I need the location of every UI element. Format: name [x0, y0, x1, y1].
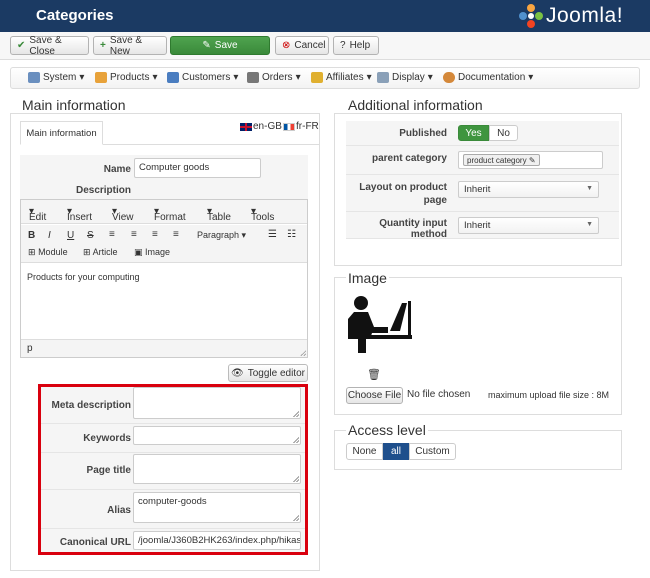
numbered-list-icon[interactable]: ☷ [287, 229, 296, 240]
tab-main-information[interactable]: Main information [20, 121, 103, 145]
plus-icon: + [100, 39, 106, 51]
name-input[interactable]: Computer goods [134, 158, 261, 178]
layout-select[interactable]: Inherit ▼ [458, 181, 599, 198]
chevron-down-icon: ▼ [586, 185, 593, 192]
save-button[interactable]: ✎ Save [170, 36, 270, 55]
lang-fr-fr[interactable]: fr-FR [283, 121, 319, 132]
align-left-icon[interactable]: ≡ [109, 229, 115, 240]
editor-menu-table[interactable]: Table ▾ [207, 206, 231, 223]
parent-category-label: parent category [371, 153, 447, 164]
resize-grip-icon[interactable] [300, 350, 306, 356]
access-none[interactable]: None [346, 443, 383, 460]
fr-flag-icon [283, 122, 295, 131]
cancel-icon: ⊗ [282, 39, 291, 51]
editor-content[interactable]: Products for your computing [27, 272, 140, 282]
category-image-icon [348, 296, 412, 353]
action-toolbar: ✔ Save & Close + Save & New ✎ Save ⊗ Can… [0, 32, 650, 60]
menu-documentation[interactable]: Documentation ▾ [443, 72, 533, 83]
menu-system[interactable]: System ▾ [28, 72, 84, 83]
format-select[interactable]: Paragraph ▾ [197, 230, 246, 241]
editor-menubar: Edit ▾ Insert ▾ View ▾ Format ▾ Table ▾ … [21, 200, 307, 224]
cart-icon [247, 72, 259, 83]
help-icon: ? [340, 39, 346, 51]
align-right-icon[interactable]: ≡ [152, 229, 158, 240]
editor-statusbar: p [21, 339, 307, 357]
menu-display[interactable]: Display ▾ [377, 72, 433, 83]
article-icon: ⊞ [83, 247, 91, 257]
bullet-list-icon[interactable]: ☰ [268, 229, 277, 240]
insert-module-button[interactable]: ⊞ Module [28, 247, 68, 258]
lang-en-gb[interactable]: en-GB [240, 121, 282, 132]
menu-customers[interactable]: Customers ▾ [167, 72, 238, 83]
insert-image-button[interactable]: ▣ Image [134, 247, 170, 258]
eye-icon: 👁 [231, 367, 244, 379]
additional-info-legend: Additional information [346, 97, 485, 113]
image-legend: Image [346, 270, 389, 286]
max-upload-size: maximum upload file size : 8M [488, 390, 610, 400]
save-close-button[interactable]: ✔ Save & Close [10, 35, 89, 57]
qty-method-label: Quantity input method [379, 218, 447, 240]
image-icon: ▣ [134, 247, 143, 257]
module-icon: ⊞ [28, 247, 36, 257]
access-all[interactable]: all [383, 443, 409, 460]
published-label: Published [399, 128, 447, 139]
no-file-text: No file chosen [407, 389, 471, 400]
insert-article-button[interactable]: ⊞ Article [83, 247, 118, 258]
pencil-icon: ✎ [528, 156, 536, 165]
access-custom[interactable]: Custom [409, 443, 456, 460]
strikethrough-icon[interactable]: S [87, 230, 94, 241]
app-header: Categories Joomla! [0, 0, 650, 32]
menu-orders[interactable]: Orders ▾ [247, 72, 301, 83]
access-level-group: None all Custom [346, 443, 456, 460]
parent-category-tag[interactable]: product category ✎ [463, 154, 540, 166]
cancel-button[interactable]: ⊗ Cancel [275, 36, 329, 55]
chevron-down-icon: ▼ [586, 221, 593, 228]
align-center-icon[interactable]: ≡ [131, 229, 137, 240]
editor-path: p [27, 343, 33, 354]
gear-icon [443, 72, 455, 83]
published-toggle: Yes No [458, 125, 518, 141]
access-legend: Access level [346, 422, 428, 438]
affiliate-icon [311, 72, 323, 83]
users-icon [167, 72, 179, 83]
bold-icon[interactable]: B [28, 230, 35, 241]
description-label: Description [75, 185, 131, 196]
joomla-logo: Joomla! [518, 3, 643, 29]
box-icon [95, 72, 107, 83]
rich-text-editor: Edit ▾ Insert ▾ View ▾ Format ▾ Table ▾ … [20, 199, 308, 358]
editor-menu-tools[interactable]: Tools ▾ [251, 206, 274, 223]
toggle-editor-button[interactable]: 👁 Toggle editor [228, 364, 308, 382]
name-label: Name [103, 164, 131, 175]
published-no[interactable]: No [489, 125, 518, 141]
published-yes[interactable]: Yes [458, 125, 489, 141]
display-icon [377, 72, 389, 83]
check-icon: ✔ [17, 39, 26, 51]
align-justify-icon[interactable]: ≡ [173, 229, 179, 240]
help-button[interactable]: ? Help [333, 36, 379, 55]
save-new-button[interactable]: + Save & New [93, 35, 167, 57]
page-title: Categories [36, 7, 114, 24]
uk-flag-icon [240, 122, 252, 131]
qty-method-select[interactable]: Inherit ▼ [458, 217, 599, 234]
trash-icon[interactable]: 🗑 [367, 368, 381, 381]
choose-file-button[interactable]: Choose File [346, 387, 403, 404]
layout-label: Layout on product page [359, 182, 447, 206]
menu-affiliates[interactable]: Affiliates ▾ [311, 72, 372, 83]
highlight-box [38, 384, 308, 555]
editor-menu-format[interactable]: Format ▾ [154, 206, 186, 223]
editor-toolbar: B I U S ≡ ≡ ≡ ≡ Paragraph ▾ ☰ ☷ ⊞ Module… [21, 225, 307, 263]
underline-icon[interactable]: U [67, 230, 74, 241]
editor-menu-view[interactable]: View ▾ [112, 206, 134, 223]
italic-icon[interactable]: I [48, 230, 51, 241]
component-menu: System ▾ Products ▾ Customers ▾ Orders ▾ Aff… [10, 67, 640, 89]
editor-menu-edit[interactable]: Edit ▾ [29, 206, 46, 223]
joomla-logo-text: Joomla! [546, 4, 624, 27]
wrench-icon [28, 72, 40, 83]
main-info-legend: Main information [20, 97, 128, 113]
editor-menu-insert[interactable]: Insert ▾ [67, 206, 92, 223]
edit-icon: ✎ [202, 39, 211, 51]
joomla-logo-icon [519, 4, 543, 28]
menu-products[interactable]: Products ▾ [95, 72, 158, 83]
